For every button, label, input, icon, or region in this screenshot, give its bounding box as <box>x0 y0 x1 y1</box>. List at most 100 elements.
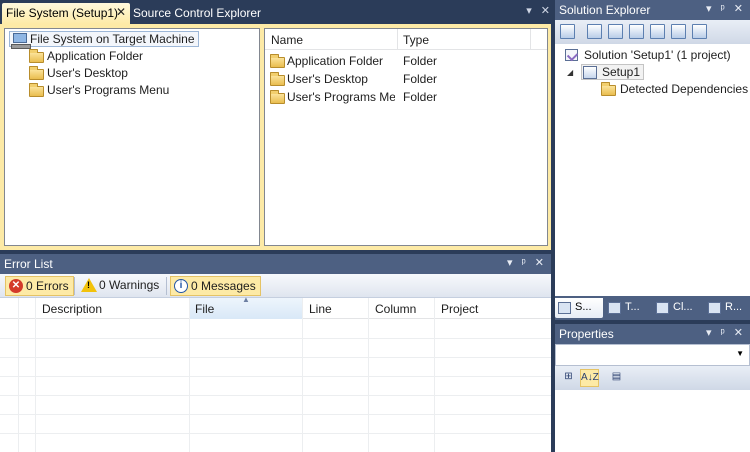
tab-label: T... <box>625 301 640 313</box>
properties-title: Properties <box>559 327 614 341</box>
computer-icon <box>11 33 31 49</box>
column-header-line[interactable]: Line <box>309 302 332 316</box>
tree-root-target-machine[interactable]: File System on Target Machine <box>9 31 199 49</box>
solution-label: Solution 'Setup1' (1 project) <box>584 48 731 62</box>
column-header-column[interactable]: Column <box>375 302 416 316</box>
column-header-description[interactable]: Description <box>42 302 102 316</box>
file-types-editor-icon[interactable] <box>629 24 644 39</box>
registry-editor-icon[interactable] <box>608 24 623 39</box>
list-row[interactable]: User's Programs Me... Folder <box>265 88 547 106</box>
grid-row-line <box>0 338 551 339</box>
column-header-name[interactable]: Name <box>271 33 303 47</box>
launch-conditions-editor-icon[interactable] <box>692 24 707 39</box>
error-list-toolbar: ✕ 0 Errors ! 0 Warnings i 0 Messages <box>0 274 551 298</box>
folder-icon <box>601 82 616 96</box>
toolbar-separator <box>166 277 167 295</box>
tab-solution-explorer[interactable]: S... <box>555 298 603 318</box>
custom-actions-editor-icon[interactable] <box>671 24 686 39</box>
warnings-filter-button[interactable]: ! 0 Warnings <box>79 276 163 296</box>
solution-explorer-window: Solution Explorer ▾ ᵖ ✕ Solution 'Setup1… <box>555 0 750 320</box>
tree-item-label: User's Programs Menu <box>47 83 170 97</box>
grid-row-line <box>0 357 551 358</box>
categorized-icon[interactable]: ⊞ <box>559 369 578 387</box>
file-system-list: Name Type Application Folder Folder User… <box>264 28 548 246</box>
properties-icon[interactable] <box>560 24 575 39</box>
team-explorer-icon <box>608 302 621 314</box>
solution-explorer-header: Solution Explorer ▾ ᵖ ✕ <box>555 0 750 20</box>
grid-column-line <box>189 298 190 452</box>
tree-node-solution[interactable]: Solution 'Setup1' (1 project) <box>564 48 731 64</box>
row-type: Folder <box>403 72 438 86</box>
collapse-triangle-icon[interactable]: ◢ <box>567 68 573 77</box>
window-controls[interactable]: ▾ ᵖ ✕ <box>706 326 746 339</box>
tree-root-label: File System on Target Machine <box>30 32 195 46</box>
close-tab-icon[interactable]: ✕ <box>116 5 126 19</box>
tab-team-explorer[interactable]: T... <box>605 298 651 318</box>
solution-explorer-title: Solution Explorer <box>559 3 651 17</box>
grid-column-line <box>302 298 303 452</box>
folder-icon <box>29 66 44 80</box>
tab-file-system[interactable]: File System (Setup1) ✕ <box>2 3 130 24</box>
file-system-editor-icon[interactable] <box>587 24 602 39</box>
dropdown-arrow-icon: ▼ <box>736 349 744 358</box>
window-controls[interactable]: ▾ ᵖ ✕ <box>507 256 547 269</box>
chevron-down-icon[interactable]: ▾ <box>526 5 532 17</box>
list-header: Name Type <box>265 29 547 50</box>
error-list-header: Error List ▾ ᵖ ✕ <box>0 254 551 274</box>
alphabetical-icon[interactable]: A↓Z <box>580 369 599 387</box>
object-selector-dropdown[interactable]: ▼ <box>555 344 750 366</box>
messages-filter-button[interactable]: i 0 Messages <box>170 276 261 296</box>
tab-label: S... <box>575 301 592 313</box>
row-type: Folder <box>403 54 438 68</box>
tree-item-users-programs-menu[interactable]: User's Programs Menu <box>27 83 169 99</box>
error-list-window: Error List ▾ ᵖ ✕ ✕ 0 Errors ! 0 Warnings… <box>0 254 551 452</box>
grid-header: Description File ▲ Line Column Project <box>0 295 551 319</box>
list-row[interactable]: Application Folder Folder <box>265 52 547 70</box>
solution-tree: Solution 'Setup1' (1 project) ◢ Setup1 D… <box>555 44 750 296</box>
grid-row-line <box>0 433 551 434</box>
properties-toolbar: ⊞ A↓Z ▤ <box>555 366 750 390</box>
error-list-grid: Description File ▲ Line Column Project <box>0 295 551 452</box>
folder-icon <box>29 83 44 97</box>
project-label: Setup1 <box>602 65 641 79</box>
error-icon: ✕ <box>9 279 23 293</box>
dependencies-label: Detected Dependencies <box>620 82 749 96</box>
properties-grid <box>555 390 750 452</box>
column-header-file[interactable]: File ▲ <box>190 295 303 319</box>
tab-class-view[interactable]: Cl... <box>653 298 703 318</box>
tab-source-control-explorer[interactable]: Source Control Explorer <box>133 6 261 20</box>
row-name: User's Desktop <box>287 72 368 86</box>
tree-item-label: User's Desktop <box>47 66 128 80</box>
close-document-icon[interactable]: ✕ <box>541 5 550 17</box>
tree-item-users-desktop[interactable]: User's Desktop <box>27 66 128 82</box>
errors-filter-button[interactable]: ✕ 0 Errors <box>5 276 74 296</box>
row-type: Folder <box>403 90 438 104</box>
column-divider[interactable] <box>530 29 531 50</box>
list-row[interactable]: User's Desktop Folder <box>265 70 547 88</box>
tree-item-application-folder[interactable]: Application Folder <box>27 49 143 65</box>
window-controls[interactable]: ▾ ᵖ ✕ <box>706 2 746 15</box>
property-pages-icon[interactable]: ▤ <box>607 369 626 387</box>
row-name: Application Folder <box>287 54 384 68</box>
tab-label: R... <box>725 301 743 313</box>
grid-column-line <box>434 298 435 452</box>
column-header-project[interactable]: Project <box>441 302 478 316</box>
grid-column-line <box>368 298 369 452</box>
column-header-file-label: File <box>195 302 215 316</box>
file-system-tree: File System on Target Machine Applicatio… <box>4 28 260 246</box>
error-list-title: Error List <box>4 257 53 271</box>
tree-node-project[interactable]: Setup1 <box>581 64 645 80</box>
tree-item-label: Application Folder <box>47 49 144 63</box>
tree-node-detected-dependencies[interactable]: Detected Dependencies <box>600 82 748 98</box>
solution-explorer-tabs: S... T... Cl... R... <box>555 296 750 320</box>
tab-label: Cl... <box>673 301 693 313</box>
tab-file-system-label: File System (Setup1) <box>6 6 119 20</box>
tab-resource-view[interactable]: R... <box>705 298 750 318</box>
properties-window: Properties ▾ ᵖ ✕ ▼ ⊞ A↓Z ▤ <box>555 324 750 452</box>
user-interface-editor-icon[interactable] <box>650 24 665 39</box>
solution-explorer-icon <box>558 302 571 314</box>
column-divider[interactable] <box>397 29 398 50</box>
messages-count-label: 0 Messages <box>191 279 256 293</box>
properties-header: Properties ▾ ᵖ ✕ <box>555 324 750 344</box>
column-header-type[interactable]: Type <box>403 33 429 47</box>
